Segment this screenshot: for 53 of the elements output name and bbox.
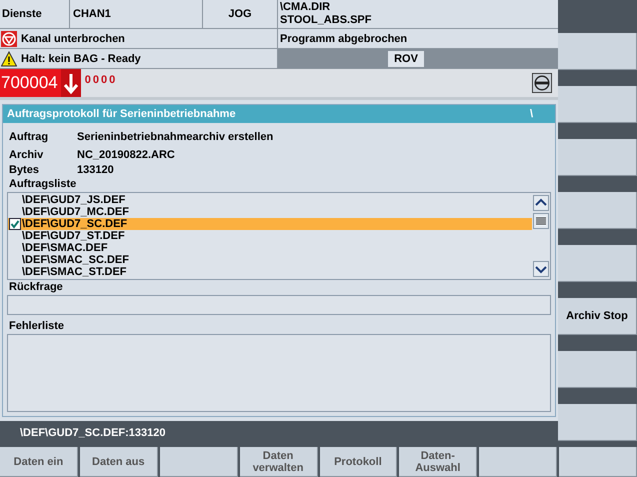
alarm-number: 700004: [0, 69, 61, 97]
softkey[interactable]: Daten ein: [0, 447, 78, 477]
list-item[interactable]: \DEF\SMAC.DEF: [8, 242, 532, 254]
blank-softkey[interactable]: [558, 404, 637, 441]
blank-softkey[interactable]: [558, 33, 637, 70]
blank-softkey[interactable]: [558, 351, 637, 388]
field-label: Bytes: [8, 164, 40, 176]
list-item[interactable]: \DEF\SMAC_SC.DEF: [8, 254, 532, 266]
channel-status: Kanal unterbrochen: [21, 32, 125, 44]
blank-softkey[interactable]: [558, 139, 637, 176]
rov-indicator: ROV: [388, 50, 424, 66]
field-label: Auftrag: [8, 131, 50, 143]
query-label: Rückfrage: [8, 280, 64, 295]
query-field[interactable]: [7, 295, 551, 315]
blank-softkey[interactable]: [559, 447, 637, 477]
list-item[interactable]: \DEF\GUD7_MC.DEF: [8, 206, 532, 218]
area-label: Dienste: [0, 0, 70, 28]
softkey[interactable]: Daten aus: [80, 447, 158, 477]
scroll-down-icon[interactable]: [533, 261, 549, 277]
blank-softkey[interactable]: [558, 192, 637, 229]
program-path: STOOL_ABS.SPF: [280, 14, 372, 27]
scroll-up-icon[interactable]: [533, 195, 549, 211]
blank-softkey[interactable]: [160, 447, 238, 477]
softkey[interactable]: Archiv Stop: [558, 298, 637, 335]
softkey[interactable]: Daten-Auswahl: [399, 447, 478, 477]
list-label: Auftragsliste: [8, 177, 78, 192]
scrollbar[interactable]: [532, 193, 550, 279]
list-item[interactable]: \DEF\GUD7_ST.DEF: [8, 230, 532, 242]
scroll-thumb-icon[interactable]: [533, 213, 549, 229]
list-item[interactable]: \DEF\SMAC_ST.DEF: [8, 266, 532, 278]
warning-icon: [1, 50, 17, 66]
blank-softkey[interactable]: [558, 245, 637, 282]
field-value: 133120: [77, 164, 114, 176]
circle-bar-icon: [532, 73, 552, 93]
softkey[interactable]: Daten verwalten: [240, 447, 318, 477]
program-status: Programm abgebrochen: [279, 32, 408, 46]
stop-icon: [1, 30, 17, 46]
channel-label: CHAN1: [70, 0, 203, 28]
program-path: \CMA.DIR: [280, 1, 330, 14]
list-item[interactable]: \DEF\GUD7_SC.DEF: [8, 218, 532, 230]
field-value: Serieninbetriebnahmearchiv erstellen: [77, 131, 274, 143]
panel-title: Auftragsprotokoll für Serieninbetriebnahme: [7, 108, 236, 120]
field-label: Archiv: [8, 148, 44, 160]
blank-softkey[interactable]: [558, 86, 637, 123]
error-list-label: Fehlerliste: [8, 319, 66, 334]
field-value: NC_20190822.ARC: [77, 148, 175, 160]
panel-title-path: \: [530, 108, 533, 120]
alarm-counter: 0000: [84, 74, 118, 86]
alarm-message: Halt: kein BAG - Ready: [21, 52, 141, 64]
blank-softkey[interactable]: [479, 447, 558, 477]
softkey[interactable]: Protokoll: [320, 447, 398, 477]
mode-label: JOG: [203, 0, 278, 28]
list-item[interactable]: \DEF\GUD7_JS.DEF: [8, 194, 532, 206]
